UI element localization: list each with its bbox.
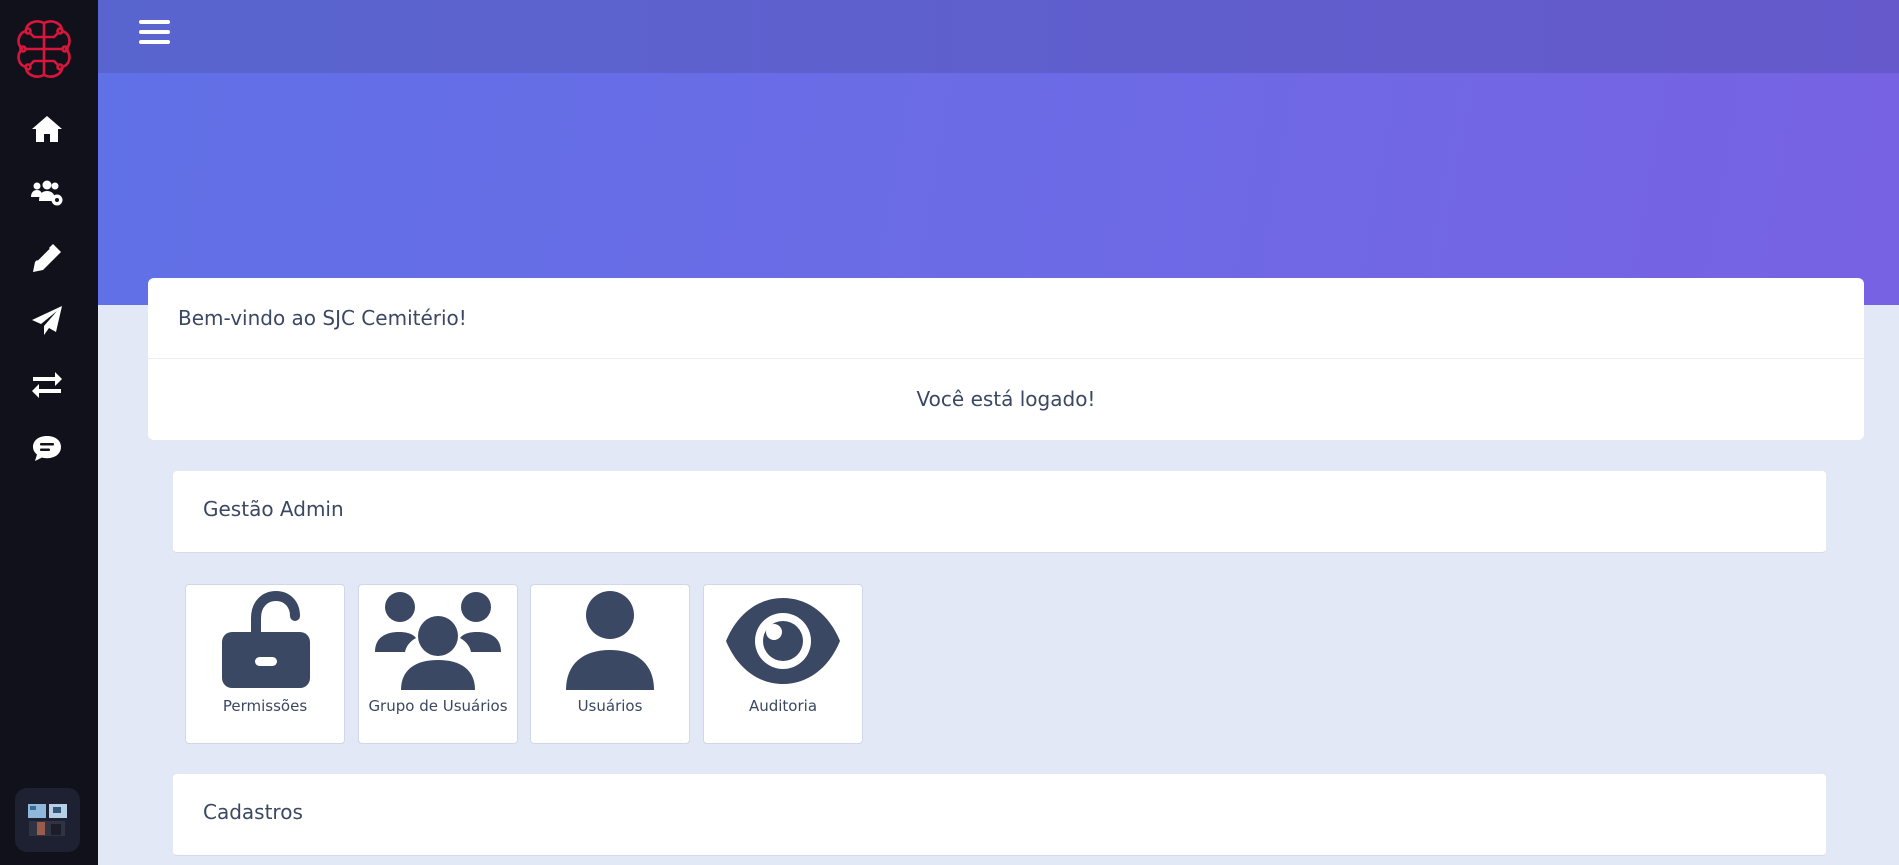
tile-label: Usuários	[577, 697, 643, 715]
admin-section-header: Gestão Admin	[173, 471, 1826, 553]
welcome-title: Bem-vindo ao SJC Cemitério!	[178, 306, 467, 330]
audit-tile[interactable]: Auditoria	[703, 584, 863, 744]
users-tile[interactable]: Usuários	[530, 584, 690, 744]
user-avatar-thumbnail[interactable]	[15, 788, 80, 852]
pen-icon[interactable]	[29, 240, 65, 276]
tile-label: Permissões	[222, 697, 308, 715]
users-group-icon	[375, 592, 501, 690]
hero-banner	[98, 73, 1899, 305]
hamburger-menu-icon[interactable]	[139, 20, 172, 49]
users-gear-icon[interactable]	[29, 175, 65, 211]
user-icon	[566, 591, 654, 690]
paper-plane-icon[interactable]	[29, 303, 65, 339]
unlock-icon	[222, 590, 310, 688]
top-navbar	[98, 0, 1899, 73]
eye-icon	[726, 598, 840, 684]
cadastros-section-header: Cadastros	[173, 774, 1826, 856]
brain-circuit-logo-icon[interactable]	[12, 17, 76, 81]
welcome-card: Bem-vindo ao SJC Cemitério! Você está lo…	[148, 278, 1864, 440]
section-title: Cadastros	[203, 800, 303, 824]
welcome-card-header: Bem-vindo ao SJC Cemitério!	[148, 278, 1864, 359]
exchange-arrows-icon[interactable]	[29, 366, 65, 402]
home-icon[interactable]	[29, 111, 65, 147]
tile-label: Grupo de Usuários	[368, 697, 508, 715]
logged-in-message: Você está logado!	[916, 387, 1096, 411]
user-groups-tile[interactable]: Grupo de Usuários	[358, 584, 518, 744]
sidebar	[0, 0, 98, 865]
comment-dots-icon[interactable]	[29, 430, 65, 466]
section-title: Gestão Admin	[203, 497, 344, 521]
permissions-tile[interactable]: Permissões	[185, 584, 345, 744]
tile-label: Auditoria	[748, 697, 818, 715]
